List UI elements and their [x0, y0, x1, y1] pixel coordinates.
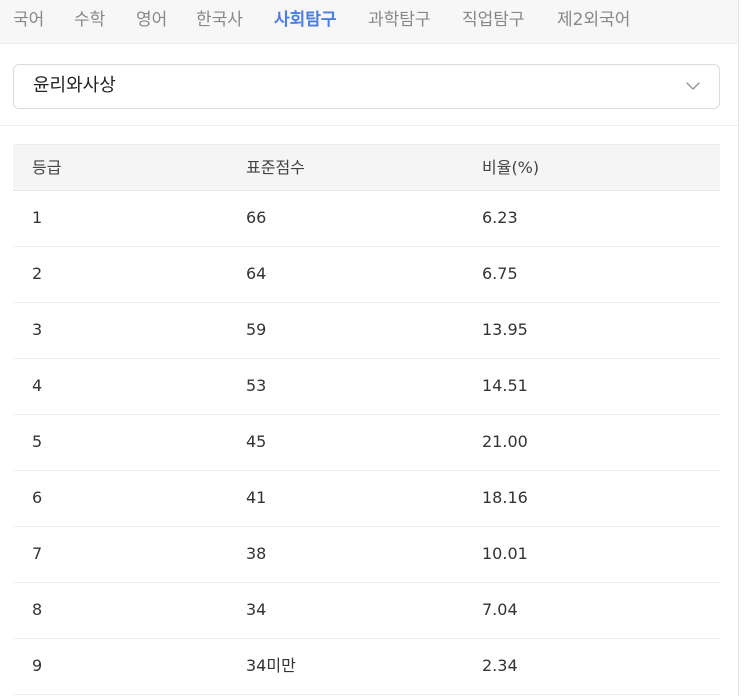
tab-korean[interactable]: 국어: [13, 8, 44, 32]
tab-math[interactable]: 수학: [74, 8, 105, 32]
table-row: 7 38 10.01: [13, 527, 720, 583]
standard-score-cell: 53: [246, 376, 267, 395]
standard-score-cell: 59: [246, 320, 267, 339]
ratio-cell: 7.04: [482, 600, 518, 619]
tab-social-studies[interactable]: 사회탐구: [274, 8, 337, 32]
ratio-cell: 2.34: [482, 656, 518, 675]
grade-cell: 6: [32, 488, 43, 507]
ratio-cell: 13.95: [482, 320, 528, 339]
standard-score-cell: 64: [246, 264, 267, 283]
standard-score-cell: 34: [246, 600, 267, 619]
subject-select[interactable]: 윤리와사상: [13, 64, 720, 109]
column-header-ratio: 비율(%): [482, 158, 540, 177]
standard-score-cell: 38: [246, 544, 267, 563]
tab-second-foreign-language[interactable]: 제2외국어: [557, 8, 630, 32]
table-header: 등급 표준점수 비율(%): [13, 144, 720, 191]
scrollbar[interactable]: [738, 0, 748, 696]
table-body: 1 66 6.23 2 64 6.75 3 59 13.95 4 53 14.51 5 45 21.00 6 4…: [13, 191, 720, 695]
grade-cell: 5: [32, 432, 43, 451]
table-row: 5 45 21.00: [13, 415, 720, 471]
grade-cell: 2: [32, 264, 43, 283]
table-row: 1 66 6.23: [13, 191, 720, 247]
grade-cell: 8: [32, 600, 43, 619]
standard-score-cell: 34미만: [246, 656, 296, 675]
subject-tab-bar: 국어 수학 영어 한국사 사회탐구 과학탐구 직업탐구 제2외국어: [0, 0, 738, 44]
table-row: 9 34미만 2.34: [13, 639, 720, 695]
ratio-cell: 6.75: [482, 264, 518, 283]
ratio-cell: 18.16: [482, 488, 528, 507]
tab-vocational[interactable]: 직업탐구: [462, 8, 525, 32]
grade-cell: 9: [32, 656, 43, 675]
subject-select-value: 윤리와사상: [33, 75, 116, 96]
tab-science[interactable]: 과학탐구: [368, 8, 431, 32]
grade-cell: 7: [32, 544, 43, 563]
ratio-cell: 6.23: [482, 208, 518, 227]
tab-korean-history[interactable]: 한국사: [196, 8, 243, 32]
table-row: 8 34 7.04: [13, 583, 720, 639]
ratio-cell: 10.01: [482, 544, 528, 563]
tab-english[interactable]: 영어: [136, 8, 167, 32]
grade-cell: 3: [32, 320, 43, 339]
table-row: 3 59 13.95: [13, 303, 720, 359]
chevron-down-icon: [686, 82, 700, 90]
standard-score-cell: 41: [246, 488, 267, 507]
table-row: 6 41 18.16: [13, 471, 720, 527]
grade-cut-table: 등급 표준점수 비율(%) 1 66 6.23 2 64 6.75 3 59 13.95 4 53 1…: [13, 144, 720, 695]
table-row: 2 64 6.75: [13, 247, 720, 303]
ratio-cell: 14.51: [482, 376, 528, 395]
column-header-standard-score: 표준점수: [246, 158, 305, 177]
grade-cell: 4: [32, 376, 43, 395]
standard-score-cell: 45: [246, 432, 267, 451]
grade-cell: 1: [32, 208, 43, 227]
section-divider: [0, 125, 738, 126]
column-header-grade: 등급: [32, 158, 62, 177]
table-row: 4 53 14.51: [13, 359, 720, 415]
ratio-cell: 21.00: [482, 432, 528, 451]
standard-score-cell: 66: [246, 208, 267, 227]
